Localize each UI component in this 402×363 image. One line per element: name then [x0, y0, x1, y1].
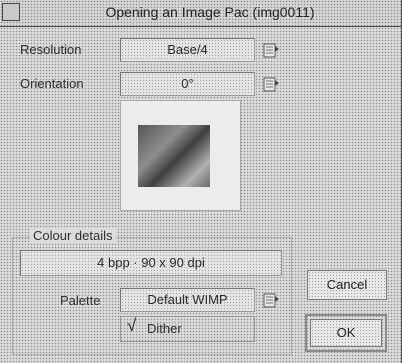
- ok-button[interactable]: OK: [310, 319, 382, 347]
- resolution-menu-icon[interactable]: [262, 40, 282, 60]
- palette-label: Palette: [60, 293, 101, 308]
- palette-menu-icon[interactable]: [262, 290, 282, 310]
- dialog-window: Opening an Image Pac (img0011) Resolutio…: [0, 0, 402, 363]
- window-title: Opening an Image Pac (img0011): [105, 4, 315, 20]
- dither-checkbox-tick[interactable]: √: [127, 316, 136, 336]
- orientation-menu-icon[interactable]: [262, 74, 282, 94]
- colour-details-label: Colour details: [30, 228, 116, 243]
- title-bar[interactable]: Opening an Image Pac (img0011): [0, 0, 401, 27]
- resolution-field: Base/4: [120, 38, 255, 62]
- orientation-field: 0°: [120, 72, 255, 96]
- cancel-button[interactable]: Cancel: [307, 270, 387, 300]
- close-icon[interactable]: [2, 3, 20, 21]
- image-thumbnail: [138, 125, 210, 187]
- dither-option[interactable]: [120, 316, 255, 342]
- orientation-label: Orientation: [20, 76, 84, 91]
- palette-field: Default WIMP: [120, 288, 255, 312]
- resolution-label: Resolution: [20, 42, 82, 57]
- dither-label: Dither: [147, 321, 182, 336]
- colour-info-field: 4 bpp · 90 x 90 dpi: [20, 250, 282, 276]
